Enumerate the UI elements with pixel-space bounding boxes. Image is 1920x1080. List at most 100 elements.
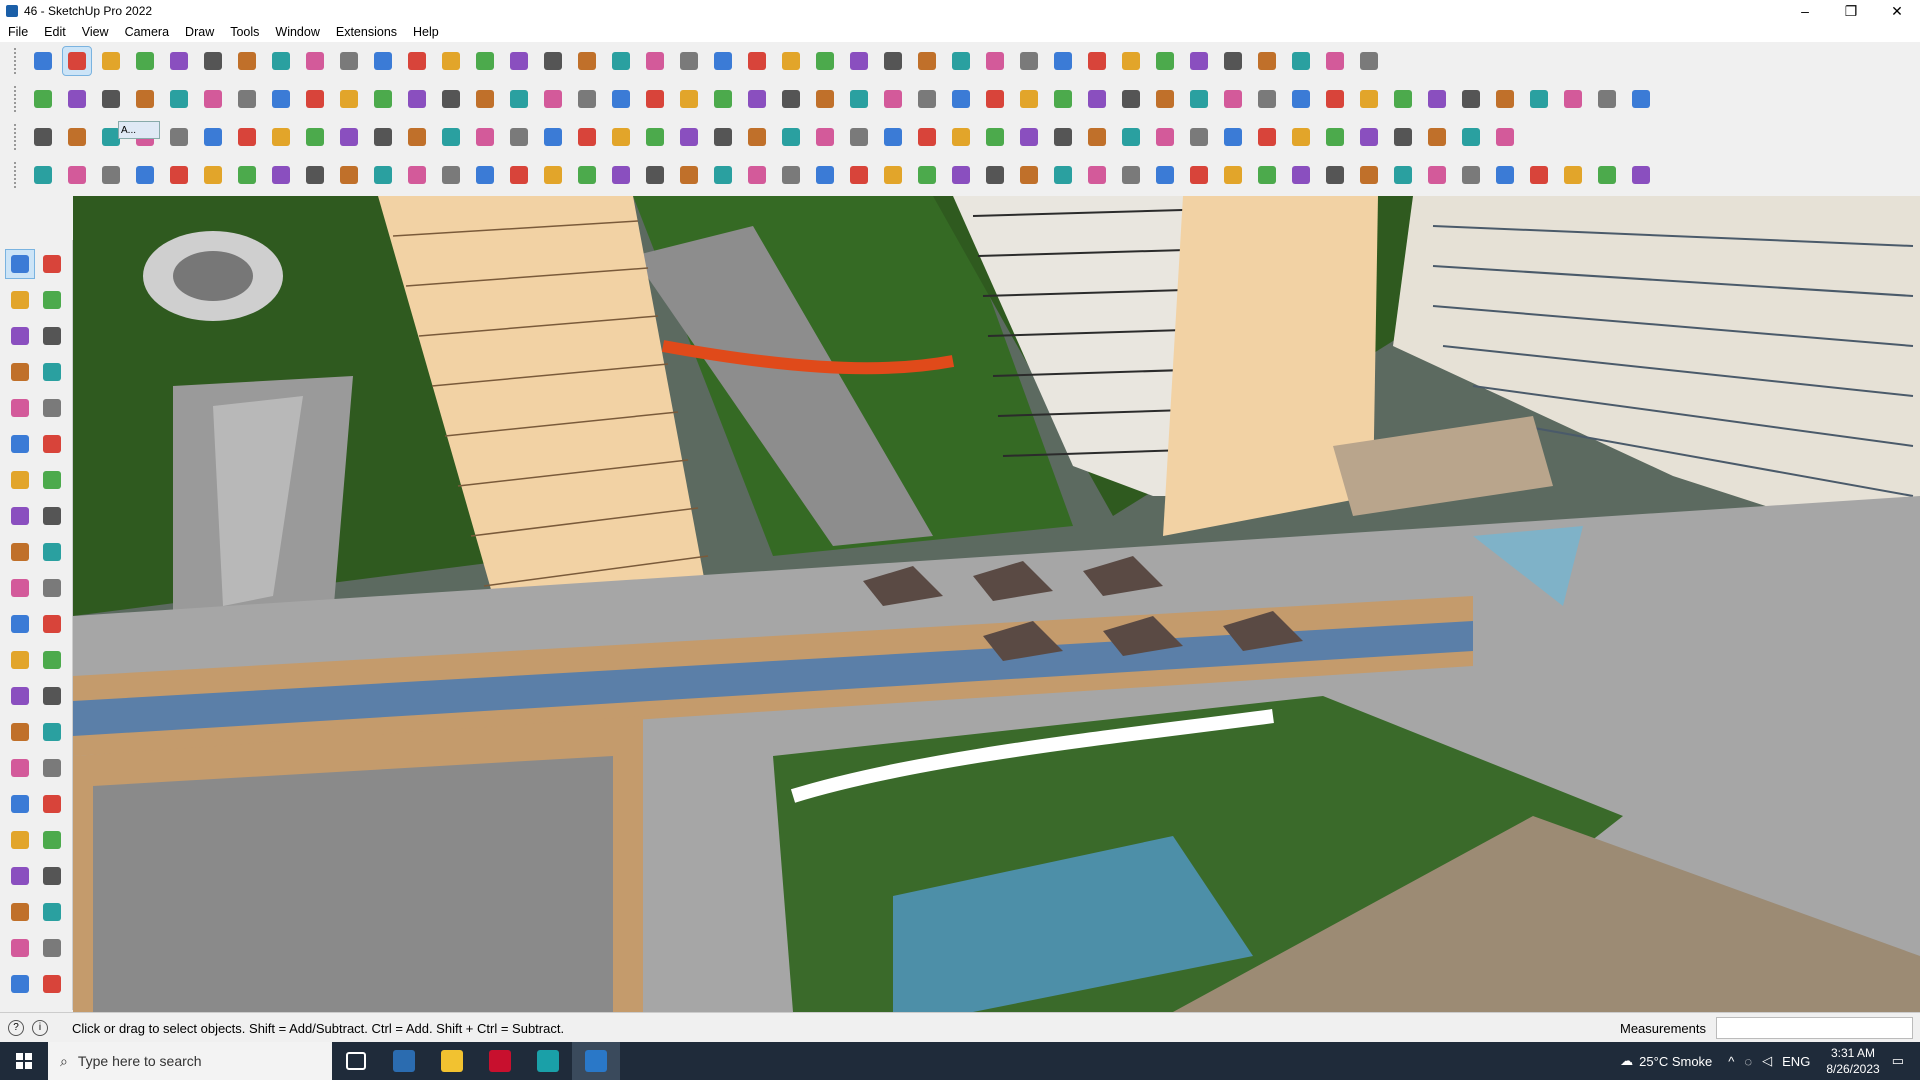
notification-icon[interactable]: ▭ — [1892, 1053, 1904, 1069]
toolbar-tool-icon[interactable] — [63, 123, 91, 151]
toolbar-tool-icon[interactable] — [233, 85, 261, 113]
toolbar-tool-icon[interactable] — [63, 85, 91, 113]
toolbar-tool-icon[interactable] — [97, 85, 125, 113]
toolbar-tool-icon[interactable] — [301, 47, 329, 75]
toolbar-tool-icon[interactable] — [267, 85, 295, 113]
palette-tool-icon[interactable] — [6, 934, 34, 962]
toolbar-tool-icon[interactable] — [607, 123, 635, 151]
geo-location-icon[interactable]: ? — [8, 1020, 24, 1036]
toolbar-tool-icon[interactable] — [437, 161, 465, 189]
toolbar-tool-icon[interactable] — [777, 123, 805, 151]
palette-tool-icon[interactable] — [6, 826, 34, 854]
toolbar-grip[interactable] — [14, 124, 20, 150]
palette-tool-icon[interactable] — [38, 502, 66, 530]
palette-tool-icon[interactable] — [6, 358, 34, 386]
start-button[interactable] — [0, 1042, 48, 1080]
toolbar-tool-icon[interactable] — [539, 161, 567, 189]
toolbar-tool-icon[interactable] — [607, 47, 635, 75]
toolbar-tool-icon[interactable] — [1593, 85, 1621, 113]
toolbar-tool-icon[interactable] — [573, 47, 601, 75]
task-view-button[interactable] — [332, 1042, 380, 1080]
menu-camera[interactable]: Camera — [117, 25, 177, 39]
toolbar-tool-icon[interactable] — [1457, 123, 1485, 151]
toolbar-tool-icon[interactable] — [505, 123, 533, 151]
palette-tool-icon[interactable] — [6, 394, 34, 422]
minimize-button[interactable]: – — [1782, 0, 1828, 22]
palette-tool-icon[interactable] — [38, 430, 66, 458]
toolbar-tool-icon[interactable] — [437, 85, 465, 113]
toolbar-tool-icon[interactable] — [1627, 85, 1655, 113]
toolbar-tool-icon[interactable] — [1185, 47, 1213, 75]
toolbar-tool-icon[interactable] — [267, 47, 295, 75]
toolbar-tool-icon[interactable] — [97, 47, 125, 75]
toolbar-tool-icon[interactable] — [1423, 123, 1451, 151]
toolbar-tool-icon[interactable] — [981, 161, 1009, 189]
weather-text[interactable]: 25°C Smoke — [1639, 1054, 1712, 1069]
palette-tool-icon[interactable] — [38, 898, 66, 926]
toolbar-tool-icon[interactable] — [1185, 161, 1213, 189]
toolbar-tool-icon[interactable] — [199, 161, 227, 189]
toolbar-tool-icon[interactable] — [607, 161, 635, 189]
toolbar-tool-icon[interactable] — [29, 47, 57, 75]
toolbar-tool-icon[interactable] — [1083, 47, 1111, 75]
palette-tool-icon[interactable] — [6, 538, 34, 566]
toolbar-tool-icon[interactable] — [709, 123, 737, 151]
toolbar-tool-icon[interactable] — [879, 123, 907, 151]
calculator-app[interactable] — [380, 1042, 428, 1080]
menu-tools[interactable]: Tools — [222, 25, 267, 39]
toolbar-tool-icon[interactable] — [879, 85, 907, 113]
palette-tool-icon[interactable] — [38, 466, 66, 494]
toolbar-tool-icon[interactable] — [1423, 161, 1451, 189]
toolbar-tool-icon[interactable] — [913, 85, 941, 113]
toolbar-tool-icon[interactable] — [777, 47, 805, 75]
toolbar-tool-icon[interactable] — [1287, 123, 1315, 151]
palette-tool-icon[interactable] — [38, 718, 66, 746]
toolbar-tool-icon[interactable] — [403, 161, 431, 189]
palette-tool-icon[interactable] — [38, 574, 66, 602]
toolbar-tool-icon[interactable] — [1355, 47, 1383, 75]
close-button[interactable]: ✕ — [1874, 0, 1920, 22]
palette-tool-icon[interactable] — [38, 322, 66, 350]
palette-tool-icon[interactable] — [38, 250, 66, 278]
toolbar-tool-icon[interactable] — [675, 161, 703, 189]
palette-tool-icon[interactable] — [38, 826, 66, 854]
toolbar-tool-icon[interactable] — [539, 85, 567, 113]
menu-view[interactable]: View — [74, 25, 117, 39]
toolbar-tool-icon[interactable] — [539, 47, 567, 75]
file-explorer-app[interactable] — [428, 1042, 476, 1080]
toolbar-tool-icon[interactable] — [1559, 161, 1587, 189]
show-hidden-icons-icon[interactable]: ^ — [1728, 1054, 1734, 1069]
toolbar-tool-icon[interactable] — [1423, 85, 1451, 113]
toolbar-tool-icon[interactable] — [1015, 161, 1043, 189]
toolbar-tool-icon[interactable] — [1219, 47, 1247, 75]
palette-tool-icon[interactable] — [6, 610, 34, 638]
toolbar-tool-icon[interactable] — [199, 47, 227, 75]
palette-tool-icon[interactable] — [38, 754, 66, 782]
toolbar-tool-icon[interactable] — [845, 123, 873, 151]
menu-window[interactable]: Window — [267, 25, 327, 39]
toolbar-tool-icon[interactable] — [1151, 123, 1179, 151]
toolbar-tool-icon[interactable] — [165, 123, 193, 151]
toolbar-tool-icon[interactable] — [1491, 85, 1519, 113]
palette-tool-icon[interactable] — [38, 790, 66, 818]
toolbar-tool-icon[interactable] — [913, 123, 941, 151]
toolbar-tool-icon[interactable] — [165, 47, 193, 75]
toolbar-tool-icon[interactable] — [1389, 85, 1417, 113]
toolbar-tool-icon[interactable] — [301, 123, 329, 151]
toolbar-tool-icon[interactable] — [301, 85, 329, 113]
toolbar-tool-icon[interactable] — [505, 47, 533, 75]
toolbar-tool-icon[interactable] — [1219, 85, 1247, 113]
toolbar-tool-icon[interactable] — [505, 85, 533, 113]
palette-tool-icon[interactable] — [38, 862, 66, 890]
toolbar-tool-icon[interactable] — [1321, 161, 1349, 189]
toolbar-tool-icon[interactable] — [29, 123, 57, 151]
toolbar-tool-icon[interactable] — [1457, 161, 1485, 189]
palette-tool-icon[interactable] — [6, 286, 34, 314]
toolbar-tool-icon[interactable] — [1151, 85, 1179, 113]
toolbar-tool-icon[interactable] — [1253, 47, 1281, 75]
toolbar-tool-icon[interactable] — [369, 47, 397, 75]
toolbar-tool-icon[interactable] — [879, 47, 907, 75]
toolbar-tool-icon[interactable] — [811, 123, 839, 151]
palette-tool-icon[interactable] — [6, 466, 34, 494]
toolbar-tool-icon[interactable] — [1321, 47, 1349, 75]
